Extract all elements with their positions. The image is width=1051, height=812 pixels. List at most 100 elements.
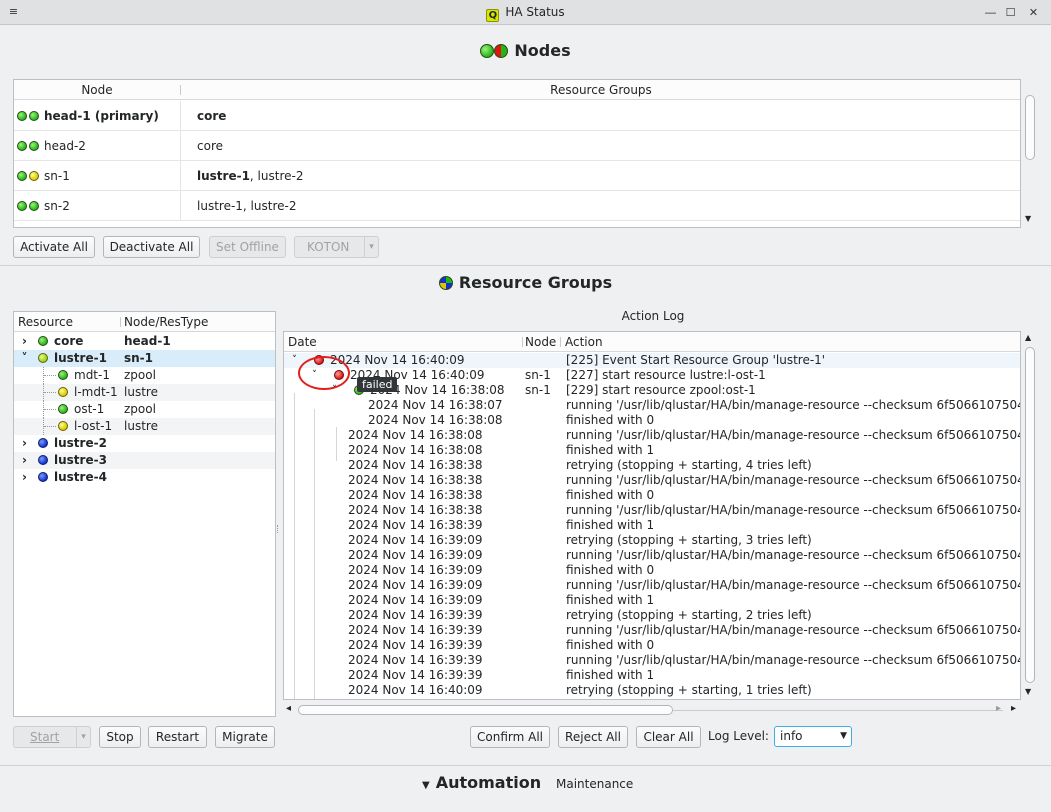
log-action: retrying (stopping + starting, 3 tries l… [566,533,812,547]
splitter[interactable] [0,265,1051,266]
nodes-scrollbar-thumb[interactable] [1025,95,1035,160]
scroll-down-icon[interactable]: ▼ [1025,214,1031,223]
migrate-button[interactable]: Migrate [215,726,275,748]
scroll-down-icon[interactable]: ▼ [1025,687,1031,696]
scroll-right-icon[interactable]: ▸ [1011,703,1016,714]
log-entry[interactable]: 2024 Nov 14 16:39:39 finished with 1 [284,668,1020,683]
log-date: 2024 Nov 14 16:38:08 [348,428,483,442]
minimize-icon[interactable]: ― [983,5,998,20]
log-date: 2024 Nov 14 16:40:09 [348,683,483,697]
log-entry[interactable]: 2024 Nov 14 16:38:08 running '/usr/lib/ql… [284,428,1020,443]
hscroll-thumb[interactable] [298,705,673,715]
tree-item[interactable]: mdt-1 zpool [14,367,275,384]
automation-toggle[interactable]: ▼ Automation [422,773,541,792]
restart-button[interactable]: Restart [148,726,207,748]
expand-arrow-icon[interactable]: › [20,435,29,452]
tree-item[interactable]: ˅ lustre-1 sn-1 [14,350,275,367]
log-entry[interactable]: 2024 Nov 14 16:40:09 retrying (stopping +… [284,683,1020,698]
log-date: 2024 Nov 14 16:39:39 [348,638,483,652]
column-resource[interactable]: Resource [18,312,73,332]
set-offline-button[interactable]: Set Offline [209,236,286,258]
activate-all-button[interactable]: Activate All [13,236,95,258]
tree-item[interactable]: › lustre-4 [14,469,275,486]
log-entry[interactable]: 2024 Nov 14 16:39:39 retrying (stopping +… [284,608,1020,623]
action-log-hscrollbar[interactable]: ◂ ▸ ▸ [283,703,1023,717]
close-icon[interactable]: ✕ [1026,5,1041,20]
scroll-up-icon[interactable]: ▲ [1025,333,1031,342]
maintenance-tab[interactable]: Maintenance [556,777,633,791]
nodes-section-title: Nodes [0,41,1051,60]
resource-node-type: sn-1 [124,351,154,365]
nodes-scrollbar[interactable]: ▼ [1023,79,1037,228]
log-action: [227] start resource lustre:l-ost-1 [566,368,766,382]
log-entry[interactable]: 2024 Nov 14 16:39:09 finished with 1 [284,593,1020,608]
chevron-down-icon[interactable]: ▾ [76,727,90,747]
tree-item[interactable]: l-mdt-1 lustre [14,384,275,401]
node-row[interactable]: head-2 core [14,131,1020,161]
log-entry[interactable]: 2024 Nov 14 16:38:38 running '/usr/lib/ql… [284,473,1020,488]
log-entry[interactable]: 2024 Nov 14 16:38:38 finished with 0 [284,488,1020,503]
collapse-arrow-icon[interactable]: ˅ [20,350,29,367]
log-entry[interactable]: 2024 Nov 14 16:39:39 running '/usr/lib/ql… [284,653,1020,668]
node-name: head-2 [44,139,86,153]
node-row[interactable]: head-1 (primary) core [14,101,1020,131]
log-entry[interactable]: 2024 Nov 14 16:38:38 running '/usr/lib/ql… [284,503,1020,518]
column-date[interactable]: Date [288,332,317,352]
log-entry[interactable]: 2024 Nov 14 16:38:39 finished with 1 [284,518,1020,533]
action-log-scrollbar[interactable]: ▲ ▼ [1023,331,1037,700]
column-node[interactable]: Node [14,80,180,100]
log-node: sn-1 [525,368,551,382]
log-entry[interactable]: 2024 Nov 14 16:38:07 running '/usr/lib/ql… [284,398,1020,413]
scroll-left-icon[interactable]: ◂ [286,703,291,714]
confirm-all-button[interactable]: Confirm All [470,726,550,748]
log-level-select[interactable]: info ▼ [774,726,852,747]
node-status-mixed-icon [494,44,509,58]
node-row[interactable]: sn-2 lustre-1, lustre-2 [14,191,1020,221]
log-entry[interactable]: 2024 Nov 14 16:39:09 retrying (stopping +… [284,533,1020,548]
column-node-restype[interactable]: Node/ResType [124,312,208,332]
tree-item[interactable]: › lustre-3 [14,452,275,469]
clear-all-button[interactable]: Clear All [636,726,701,748]
splitter[interactable] [0,765,1051,766]
node-name-cell: sn-1 [17,161,70,191]
log-action: running '/usr/lib/qlustar/HA/bin/manage-… [566,578,1021,592]
expand-arrow-icon[interactable]: › [20,469,29,486]
title-bar: ≡ Q HA Status ― ☐ ✕ [0,0,1051,25]
collapse-arrow-icon[interactable]: ˅ [290,353,299,368]
node-row[interactable]: sn-1 lustre-1, lustre-2 [14,161,1020,191]
column-action[interactable]: Action [565,332,603,352]
log-entry[interactable]: 2024 Nov 14 16:38:08 finished with 1 [284,443,1020,458]
column-resource-groups[interactable]: Resource Groups [181,80,1020,100]
koton-button[interactable]: KOTON ▾ [294,236,379,258]
chevron-down-icon: ▼ [840,731,847,741]
log-entry[interactable]: 2024 Nov 14 16:39:09 running '/usr/lib/ql… [284,578,1020,593]
log-entry[interactable]: 2024 Nov 14 16:39:09 finished with 0 [284,563,1020,578]
status-green-icon [38,336,48,346]
log-entry[interactable]: ˅ 2024 Nov 14 16:40:09 [225] Event Start R… [284,353,1020,368]
action-log-scrollbar-thumb[interactable] [1025,347,1035,683]
log-entry[interactable]: 2024 Nov 14 16:38:08 finished with 0 [284,413,1020,428]
resource-name: lustre-3 [54,453,107,467]
log-entry[interactable]: 2024 Nov 14 16:39:39 running '/usr/lib/ql… [284,623,1020,638]
start-button[interactable]: Start ▾ [13,726,91,748]
status-green-icon [29,111,39,121]
log-entry[interactable]: 2024 Nov 14 16:38:38 retrying (stopping +… [284,458,1020,473]
tree-item[interactable]: l-ost-1 lustre [14,418,275,435]
stop-button[interactable]: Stop [99,726,141,748]
tree-item[interactable]: › core head-1 [14,333,275,350]
status-blue-icon [38,455,48,465]
expand-arrow-icon[interactable]: › [20,333,29,350]
vertical-splitter[interactable] [277,525,281,533]
log-date: 2024 Nov 14 16:38:08 [348,443,483,457]
expand-arrow-icon[interactable]: › [20,452,29,469]
column-node-log[interactable]: Node [525,332,556,352]
maximize-icon[interactable]: ☐ [1003,5,1018,20]
tree-item[interactable]: ost-1 zpool [14,401,275,418]
tree-item[interactable]: › lustre-2 [14,435,275,452]
reject-all-button[interactable]: Reject All [558,726,628,748]
nodes-table-header: Node Resource Groups [14,80,1020,100]
deactivate-all-button[interactable]: Deactivate All [103,236,200,258]
log-entry[interactable]: 2024 Nov 14 16:39:09 running '/usr/lib/ql… [284,548,1020,563]
chevron-down-icon[interactable]: ▾ [364,237,378,257]
log-entry[interactable]: 2024 Nov 14 16:39:39 finished with 0 [284,638,1020,653]
